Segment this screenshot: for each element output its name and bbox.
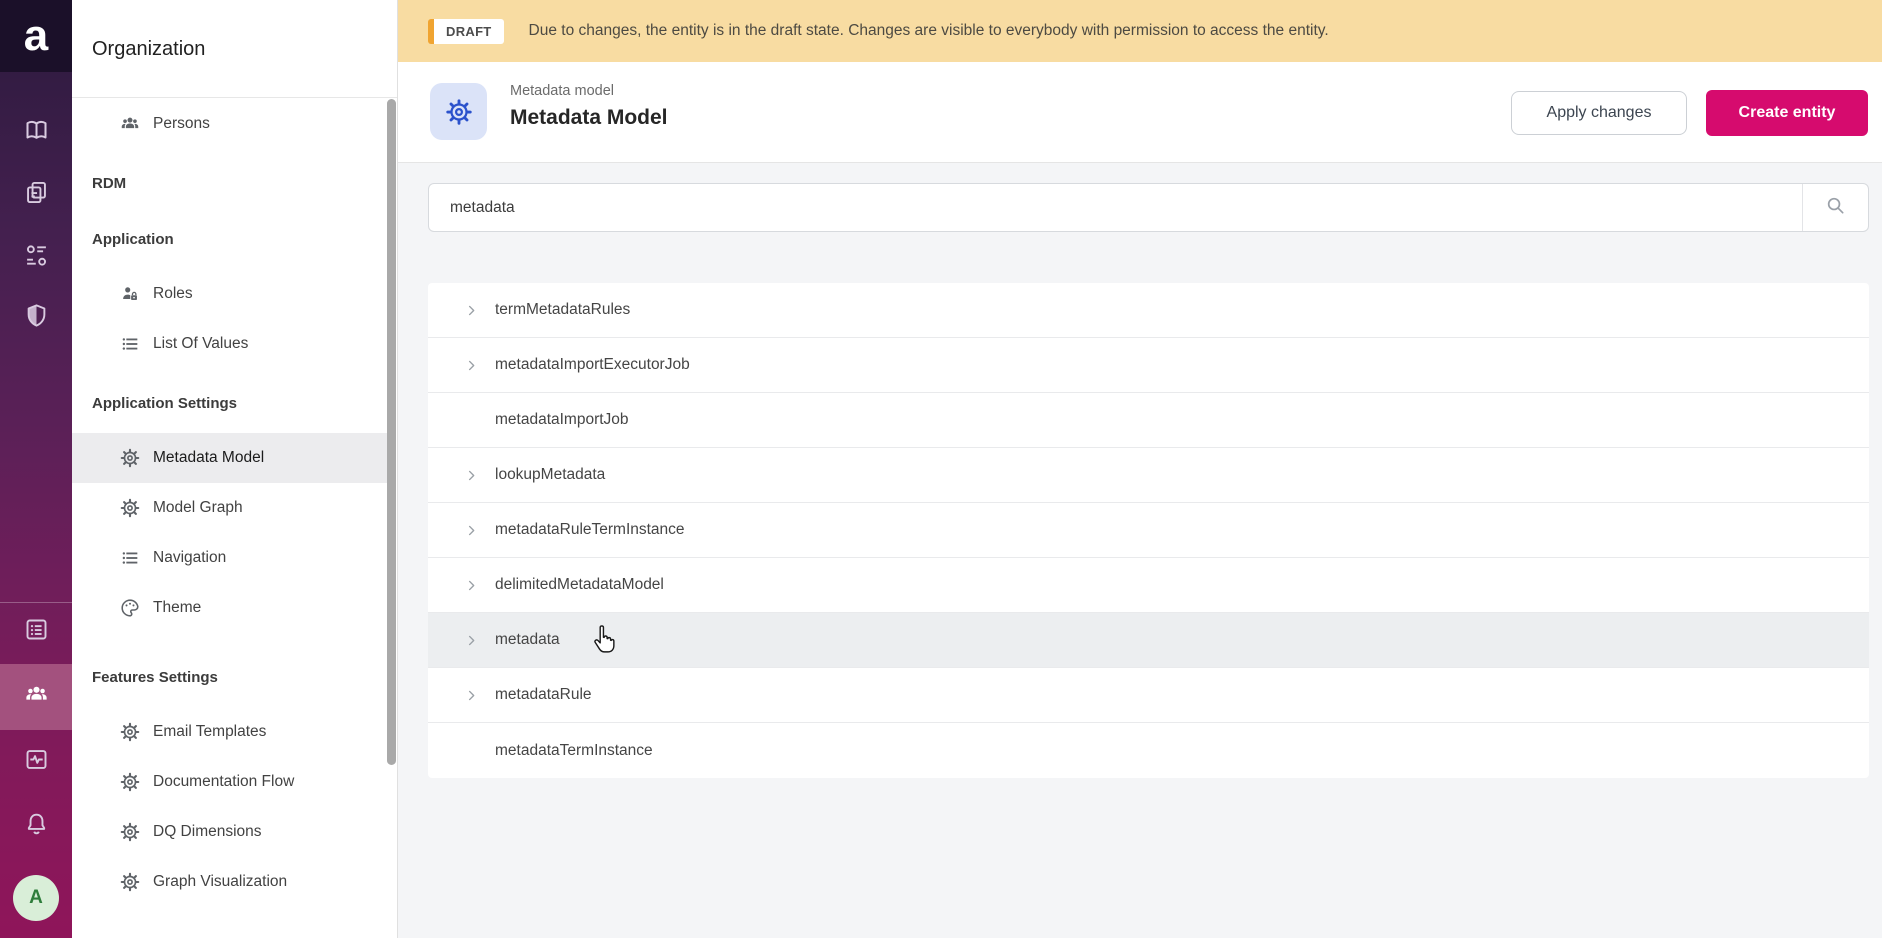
app-icon-rail: a xyxy=(0,0,72,938)
chevron-right-icon[interactable] xyxy=(464,358,479,373)
gear-icon xyxy=(118,770,142,794)
create-entity-button[interactable]: Create entity xyxy=(1706,90,1868,136)
rail-item-monitor[interactable] xyxy=(0,734,72,790)
list-icon xyxy=(118,546,142,570)
monitor-icon xyxy=(23,746,50,778)
sidebar-entry-graph-visualization[interactable]: Graph Visualization xyxy=(72,857,387,907)
gear-icon xyxy=(118,720,142,744)
sidebar-entry-list-of-values[interactable]: List Of Values xyxy=(72,319,387,369)
bell-icon xyxy=(23,810,50,842)
gear-icon xyxy=(118,870,142,894)
sidebar-entry-roles[interactable]: Roles xyxy=(72,269,387,319)
chevron-right-icon[interactable] xyxy=(464,523,479,538)
chevron-right-icon[interactable] xyxy=(464,578,479,593)
rail-item-form[interactable] xyxy=(0,604,72,660)
page-header: Metadata model Metadata Model Apply chan… xyxy=(398,62,1882,163)
search-button[interactable] xyxy=(1802,184,1868,231)
page-eyebrow: Metadata model xyxy=(510,83,668,99)
list-row-metadataruleterminstance[interactable]: metadataRuleTermInstance xyxy=(428,503,1869,558)
metadata-model-gear-icon xyxy=(430,83,487,140)
sidebar-scrollbar-thumb[interactable] xyxy=(387,99,396,765)
main-content: DRAFT Due to changes, the entity is in t… xyxy=(398,0,1882,938)
sidebar: Organization Persons RDM Application Rol… xyxy=(72,0,398,938)
list-row-metadataterminstance[interactable]: metadataTermInstance xyxy=(428,723,1869,778)
list-row-delimitedmetadatamodel[interactable]: delimitedMetadataModel xyxy=(428,558,1869,613)
entity-results-list: termMetadataRules metadataImportExecutor… xyxy=(428,283,1869,778)
draft-state-banner: DRAFT Due to changes, the entity is in t… xyxy=(398,0,1882,62)
draft-banner-message: Due to changes, the entity is in the dra… xyxy=(529,22,1329,40)
sidebar-entry-navigation[interactable]: Navigation xyxy=(72,533,387,583)
search-bar xyxy=(428,183,1869,232)
sidebar-entry-application: Application xyxy=(72,217,387,261)
sidebar-title: Organization xyxy=(92,38,205,61)
apply-changes-button[interactable]: Apply changes xyxy=(1511,91,1687,135)
search-icon xyxy=(1824,194,1847,222)
gear-icon xyxy=(118,820,142,844)
rail-item-bell[interactable] xyxy=(0,798,72,854)
chevron-right-icon[interactable] xyxy=(464,468,479,483)
rail-bottom-group xyxy=(0,0,72,938)
chevron-right-icon[interactable] xyxy=(464,633,479,648)
list-row-lookupmetadata[interactable]: lookupMetadata xyxy=(428,448,1869,503)
sidebar-entry-metadata-model[interactable]: Metadata Model xyxy=(72,433,387,483)
sidebar-entry-documentation-flow[interactable]: Documentation Flow xyxy=(72,757,387,807)
search-input[interactable] xyxy=(429,184,1802,231)
sidebar-entry-email-templates[interactable]: Email Templates xyxy=(72,707,387,757)
sidebar-entry-application-settings: Application Settings xyxy=(72,381,387,425)
sidebar-entry-features-settings: Features Settings xyxy=(72,655,387,699)
gear-icon xyxy=(118,446,142,470)
list-row-metadataimportexecutorjob[interactable]: metadataImportExecutorJob xyxy=(428,338,1869,393)
list-row-metadatarule[interactable]: metadataRule xyxy=(428,668,1869,723)
sidebar-divider xyxy=(72,97,397,98)
gear-icon xyxy=(118,496,142,520)
list-row-termmetadatarules[interactable]: termMetadataRules xyxy=(428,283,1869,338)
list-row-metadataimportjob[interactable]: metadataImportJob xyxy=(428,393,1869,448)
page-title: Metadata Model xyxy=(510,106,668,130)
sidebar-entry-persons[interactable]: Persons xyxy=(72,99,387,149)
palette-icon xyxy=(118,596,142,620)
sidebar-entry-theme[interactable]: Theme xyxy=(72,583,387,633)
sidebar-entry-dq-dimensions[interactable]: DQ Dimensions xyxy=(72,807,387,857)
people-icon xyxy=(118,112,142,136)
list-icon xyxy=(118,332,142,356)
sidebar-entry-rdm: RDM xyxy=(72,161,387,205)
rail-item-people[interactable] xyxy=(0,664,72,730)
chevron-right-icon[interactable] xyxy=(464,303,479,318)
page-header-text: Metadata model Metadata Model xyxy=(510,83,668,130)
sidebar-entries: Persons RDM Application Roles List Of Va… xyxy=(72,99,387,907)
chevron-right-icon[interactable] xyxy=(464,688,479,703)
form-icon xyxy=(23,616,50,648)
person-lock-icon xyxy=(118,282,142,306)
people-icon xyxy=(23,681,50,713)
sidebar-entry-model-graph[interactable]: Model Graph xyxy=(72,483,387,533)
draft-status-badge: DRAFT xyxy=(428,19,504,44)
user-avatar[interactable]: A xyxy=(13,875,59,921)
list-row-metadata[interactable]: metadata xyxy=(428,613,1869,668)
